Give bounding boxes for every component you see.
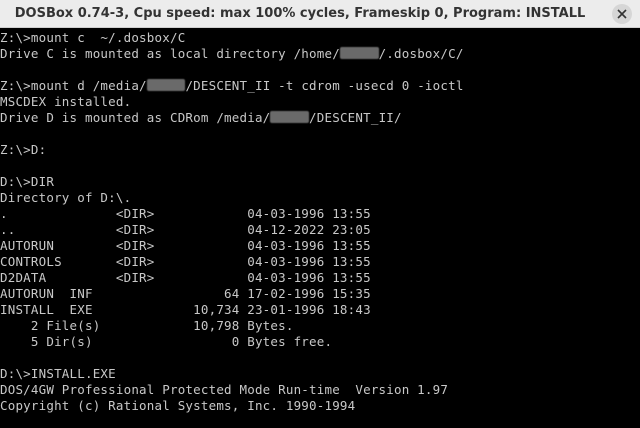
console-text: .. <DIR> 04-12-2022 23:05: [0, 222, 371, 237]
console-text: 2 File(s) 10,798 Bytes.: [0, 318, 294, 333]
console-text: Z:\>mount d /media/: [0, 78, 147, 93]
console-text: 5 Dir(s) 0 Bytes free.: [0, 334, 333, 349]
console-text: Z:\>mount c ~/.dosbox/C: [0, 30, 186, 45]
console-text: Drive C is mounted as local directory /h…: [0, 46, 340, 61]
console-line: 2 File(s) 10,798 Bytes.: [0, 318, 640, 334]
console-line: D:\>DIR: [0, 174, 640, 190]
console-line: Z:\>mount c ~/.dosbox/C: [0, 30, 640, 46]
console-line: .. <DIR> 04-12-2022 23:05: [0, 222, 640, 238]
window-title: DOSBox 0.74-3, Cpu speed: max 100% cycle…: [14, 6, 586, 21]
console-text: Directory of D:\.: [0, 190, 132, 205]
console-line: MSCDEX installed.: [0, 94, 640, 110]
console-line: Z:\>D:: [0, 142, 640, 158]
dosbox-window: DOSBox 0.74-3, Cpu speed: max 100% cycle…: [0, 0, 640, 428]
dos-console[interactable]: Z:\>mount c ~/.dosbox/C Drive C is mounte…: [0, 28, 640, 428]
console-text: D:\>INSTALL.EXE: [0, 366, 116, 381]
console-line: D:\>INSTALL.EXE: [0, 366, 640, 382]
console-text: Copyright (c) Rational Systems, Inc. 199…: [0, 398, 356, 413]
console-text: Drive D is mounted as CDRom /media/: [0, 110, 271, 125]
console-line: . <DIR> 04-03-1996 13:55: [0, 206, 640, 222]
console-line: Copyright (c) Rational Systems, Inc. 199…: [0, 398, 640, 414]
console-text: AUTORUN INF 64 17-02-1996 15:35: [0, 286, 371, 301]
console-text: /DESCENT_II -t cdrom -usecd 0 -ioctl: [185, 78, 464, 93]
console-line: CONTROLS <DIR> 04-03-1996 13:55: [0, 254, 640, 270]
close-icon: [617, 9, 627, 19]
console-line: Drive C is mounted as local directory /h…: [0, 46, 640, 62]
console-text: DOS/4GW Professional Protected Mode Run-…: [0, 382, 449, 397]
redacted-username: xxxxx: [339, 47, 379, 59]
console-text: D2DATA <DIR> 04-03-1996 13:55: [0, 270, 371, 285]
console-text: Z:\>D:: [0, 142, 47, 157]
console-line: Directory of D:\.: [0, 190, 640, 206]
redacted-username: xxxxx: [270, 111, 310, 123]
console-line: DOS/4GW Professional Protected Mode Run-…: [0, 382, 640, 398]
console-line: Drive D is mounted as CDRom /media/xxxxx…: [0, 110, 640, 126]
console-line: AUTORUN <DIR> 04-03-1996 13:55: [0, 238, 640, 254]
redacted-username: xxxxx: [146, 79, 186, 91]
console-text: D:\>DIR: [0, 174, 55, 189]
console-line: 5 Dir(s) 0 Bytes free.: [0, 334, 640, 350]
console-text: . <DIR> 04-03-1996 13:55: [0, 206, 371, 221]
console-line: AUTORUN INF 64 17-02-1996 15:35: [0, 286, 640, 302]
console-line: INSTALL EXE 10,734 23-01-1996 18:43: [0, 302, 640, 318]
console-text: MSCDEX installed.: [0, 94, 132, 109]
close-button[interactable]: [612, 4, 632, 24]
title-bar[interactable]: DOSBox 0.74-3, Cpu speed: max 100% cycle…: [0, 0, 640, 28]
console-line: D2DATA <DIR> 04-03-1996 13:55: [0, 270, 640, 286]
console-text: AUTORUN <DIR> 04-03-1996 13:55: [0, 238, 371, 253]
console-text: /.dosbox/C/: [378, 46, 464, 61]
console-line: Z:\>mount d /media/xxxxx/DESCENT_II -t c…: [0, 78, 640, 94]
console-text: CONTROLS <DIR> 04-03-1996 13:55: [0, 254, 371, 269]
console-text: INSTALL EXE 10,734 23-01-1996 18:43: [0, 302, 371, 317]
console-text: /DESCENT_II/: [309, 110, 402, 125]
